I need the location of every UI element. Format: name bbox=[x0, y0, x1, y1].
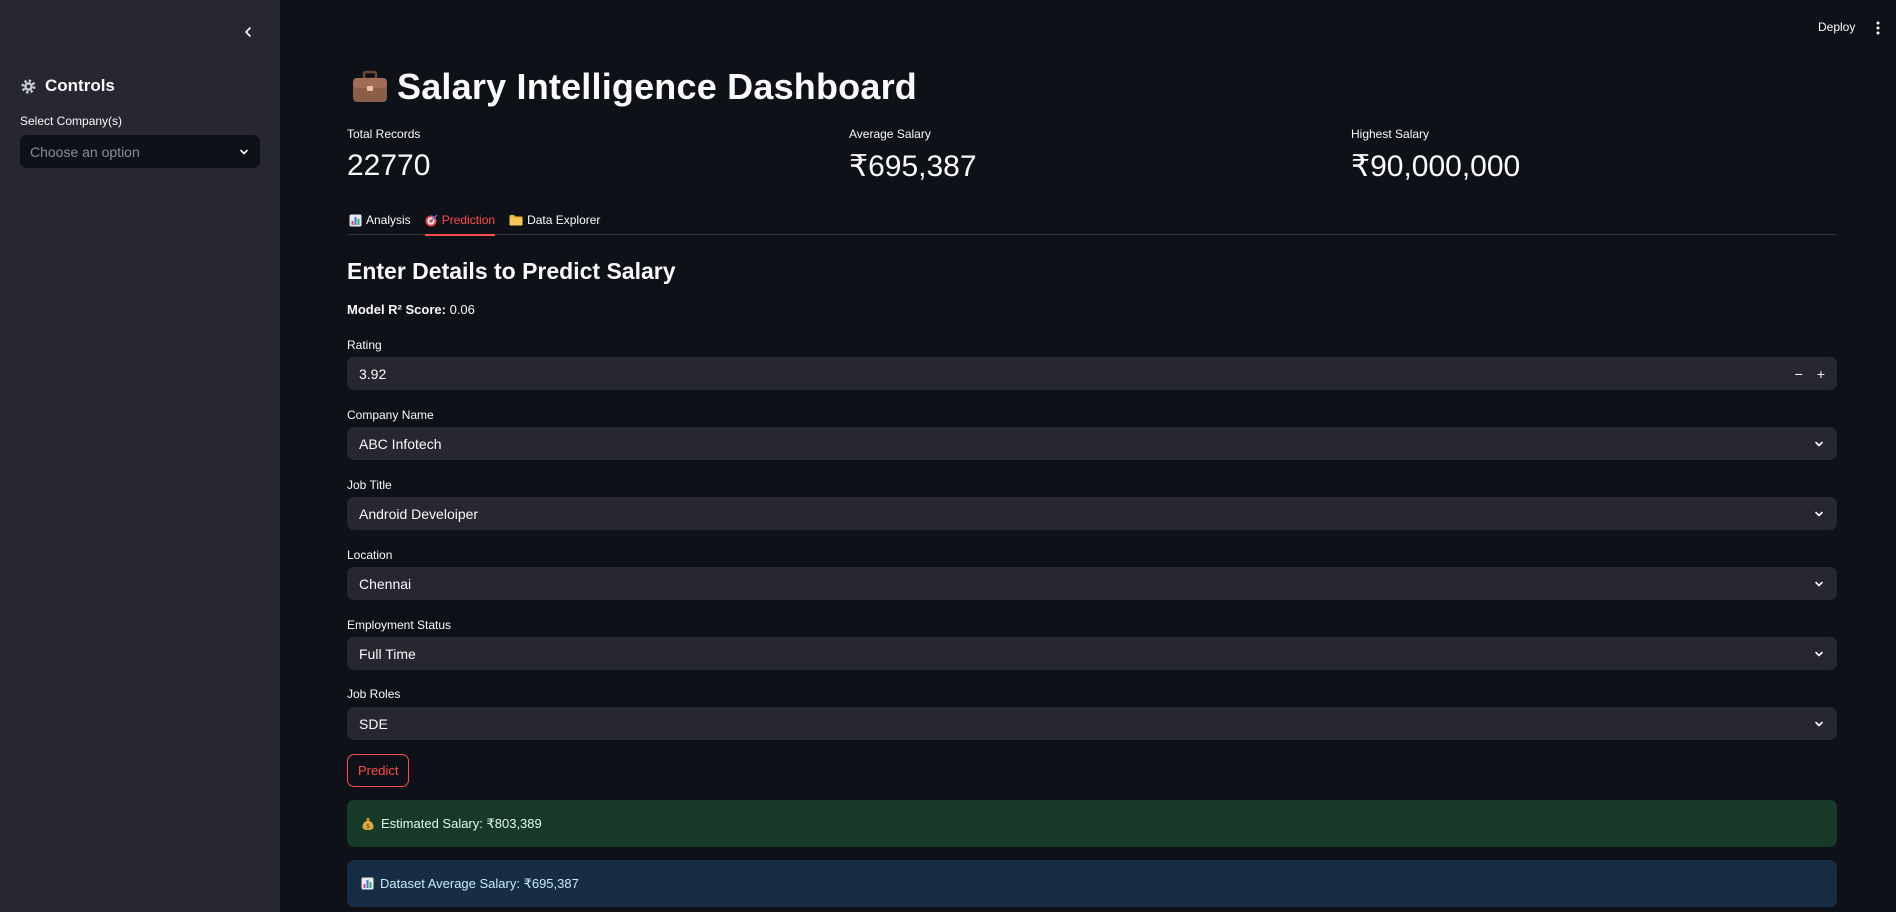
money-bag-icon: $ bbox=[362, 817, 374, 830]
tab-label: Prediction bbox=[441, 213, 496, 227]
increment-button[interactable]: + bbox=[1817, 366, 1825, 382]
chevron-down-icon bbox=[240, 149, 248, 154]
estimated-salary-alert: $ Estimated Salary: ₹803,389 bbox=[347, 800, 1837, 847]
rating-value: 3.92 bbox=[359, 365, 387, 382]
chevron-down-icon bbox=[1815, 441, 1823, 446]
decrement-button[interactable]: − bbox=[1795, 366, 1803, 382]
predict-button[interactable]: Predict bbox=[347, 754, 410, 787]
estimated-salary-text: Estimated Salary: ₹803,389 bbox=[381, 815, 542, 831]
tab-bar: Analysis Prediction Data Explorer bbox=[347, 205, 1837, 236]
sidebar-title-text: Controls bbox=[45, 76, 115, 95]
company-select-placeholder: Choose an option bbox=[30, 143, 140, 160]
company-name-value: ABC Infotech bbox=[359, 435, 442, 452]
location-value: Chennai bbox=[359, 575, 412, 592]
location-select[interactable]: Chennai bbox=[347, 567, 1837, 600]
chevron-down-icon bbox=[1815, 721, 1823, 726]
dataset-average-alert: Dataset Average Salary: ₹695,387 bbox=[347, 860, 1837, 907]
metric-label: Total Records bbox=[347, 127, 421, 141]
job-title-select[interactable]: Android Develoiper bbox=[347, 497, 1837, 530]
company-name-label: Company Name bbox=[347, 408, 434, 422]
metric-average-salary: Average Salary ₹695,387 bbox=[849, 127, 977, 184]
company-name-select[interactable]: ABC Infotech bbox=[347, 427, 1837, 460]
collapse-sidebar-button[interactable] bbox=[236, 20, 260, 44]
dataset-average-text: Dataset Average Salary: ₹695,387 bbox=[380, 875, 579, 891]
deploy-button[interactable]: Deploy bbox=[1812, 18, 1861, 36]
page-title-text: Salary Intelligence Dashboard bbox=[397, 66, 917, 107]
rating-stepper: − + bbox=[1795, 366, 1825, 382]
company-multiselect[interactable]: Choose an option bbox=[20, 135, 260, 168]
sidebar-title: Controls bbox=[20, 76, 115, 96]
section-title: Enter Details to Predict Salary bbox=[347, 258, 676, 284]
gear-icon bbox=[21, 78, 36, 94]
main-menu-button[interactable] bbox=[1868, 18, 1888, 38]
job-roles-select[interactable]: SDE bbox=[347, 707, 1837, 740]
r2-value: 0.06 bbox=[449, 302, 475, 317]
employment-status-value: Full Time bbox=[359, 645, 416, 662]
sidebar: Controls Select Company(s) Choose an opt… bbox=[0, 0, 280, 912]
rating-label: Rating bbox=[347, 338, 382, 352]
page-title: Salary Intelligence Dashboard bbox=[351, 66, 917, 108]
tab-label: Analysis bbox=[366, 213, 411, 227]
briefcase-icon bbox=[353, 70, 387, 102]
model-r2-score: Model R² Score: 0.06 bbox=[347, 302, 475, 317]
kebab-menu-icon bbox=[1876, 21, 1880, 35]
chevron-down-icon bbox=[1815, 651, 1823, 656]
tab-analysis[interactable]: Analysis bbox=[349, 205, 411, 235]
tab-label: Data Explorer bbox=[527, 213, 601, 227]
metric-highest-salary: Highest Salary ₹90,000,000 bbox=[1351, 127, 1520, 184]
company-select-label: Select Company(s) bbox=[20, 114, 123, 128]
metric-value: ₹695,387 bbox=[849, 150, 977, 183]
tab-data-explorer[interactable]: Data Explorer bbox=[509, 205, 600, 235]
chevron-down-icon bbox=[1815, 511, 1823, 516]
r2-label: Model R² Score: bbox=[347, 302, 446, 317]
bar-chart-icon bbox=[361, 877, 374, 890]
folder-icon bbox=[509, 215, 523, 226]
job-title-label: Job Title bbox=[347, 478, 392, 492]
target-icon bbox=[425, 214, 438, 226]
metric-value: ₹90,000,000 bbox=[1351, 150, 1521, 183]
metric-value: 22770 bbox=[347, 149, 431, 182]
employment-status-label: Employment Status bbox=[347, 618, 452, 632]
chevron-down-icon bbox=[1815, 581, 1823, 586]
svg-text:$: $ bbox=[366, 823, 370, 830]
bar-chart-icon bbox=[349, 214, 362, 226]
metric-total-records: Total Records 22770 bbox=[347, 127, 430, 183]
tab-prediction[interactable]: Prediction bbox=[424, 205, 496, 236]
job-roles-label: Job Roles bbox=[347, 687, 401, 701]
metric-label: Average Salary bbox=[849, 127, 931, 141]
rating-number-input[interactable]: 3.92 − + bbox=[347, 357, 1837, 390]
job-roles-value: SDE bbox=[359, 715, 388, 732]
metric-label: Highest Salary bbox=[1351, 127, 1430, 141]
employment-status-select[interactable]: Full Time bbox=[347, 637, 1837, 670]
location-label: Location bbox=[347, 548, 393, 562]
chevron-left-icon bbox=[245, 27, 251, 37]
job-title-value: Android Develoiper bbox=[359, 505, 479, 522]
